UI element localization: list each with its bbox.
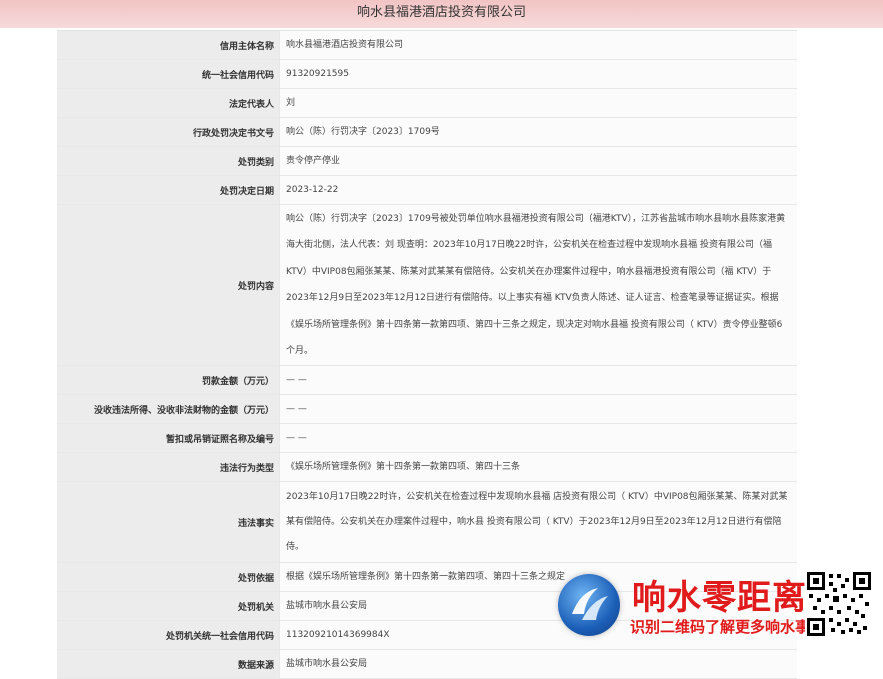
row-value: — — — [279, 424, 797, 452]
table-row: 统一社会信用代码 91320921595 — [57, 60, 797, 89]
row-label: 处罚依据 — [57, 563, 279, 591]
table-row: 法定代表人 刘 — [57, 89, 797, 118]
row-value: 响公（陈）行罚决字〔2023〕1709号 — [279, 118, 797, 146]
table-row: 信用主体名称 响水县福港酒店投资有限公司 — [57, 31, 797, 60]
row-value: 91320921595 — [279, 60, 797, 88]
table-row: 处罚决定日期 2023-12-22 — [57, 176, 797, 205]
row-label: 法定代表人 — [57, 89, 279, 117]
row-label: 处罚类别 — [57, 147, 279, 175]
table-row: 罚款金额（万元） — — — [57, 366, 797, 395]
row-label: 罚款金额（万元） — [57, 366, 279, 394]
row-label: 没收违法所得、没收非法财物的金额（万元） — [57, 395, 279, 423]
row-label: 数据来源 — [57, 650, 279, 678]
table-row: 处罚内容 响公（陈）行罚决字〔2023〕1709号被处罚单位响水县福港投资有限公… — [57, 205, 797, 366]
wave-logo-icon — [572, 588, 608, 620]
row-value: 2023-12-22 — [279, 176, 797, 204]
row-value: — — — [279, 366, 797, 394]
row-label: 违法行为类型 — [57, 453, 279, 481]
table-row: 暂扣或吊销证照名称及编号 — — — [57, 424, 797, 453]
row-label: 处罚机关统一社会信用代码 — [57, 621, 279, 649]
watermark-subtitle: 识别二维码了解更多响水事 — [630, 618, 811, 636]
watermark-title: 响水零距离 — [632, 578, 807, 618]
row-label: 暂扣或吊销证照名称及编号 — [57, 424, 279, 452]
row-value: 刘 — [279, 89, 797, 117]
row-label: 行政处罚决定书文号 — [57, 118, 279, 146]
row-label: 处罚内容 — [57, 205, 279, 365]
table-row: 处罚类别 责令停产停业 — [57, 147, 797, 176]
qr-code-icon — [805, 570, 873, 638]
page-title: 响水县福港酒店投资有限公司 — [0, 0, 883, 28]
brand-badge-icon — [558, 574, 620, 636]
row-value: 响水县福港酒店投资有限公司 — [279, 31, 797, 59]
row-label: 统一社会信用代码 — [57, 60, 279, 88]
row-label: 处罚决定日期 — [57, 176, 279, 204]
table-row: 违法事实 2023年10月17日晚22时许，公安机关在检查过程中发现响水县福 店… — [57, 482, 797, 563]
table-row: 行政处罚决定书文号 响公（陈）行罚决字〔2023〕1709号 — [57, 118, 797, 147]
row-label: 信用主体名称 — [57, 31, 279, 59]
row-value: 响公（陈）行罚决字〔2023〕1709号被处罚单位响水县福港投资有限公司（福港K… — [279, 205, 797, 365]
row-label: 处罚机关 — [57, 592, 279, 620]
row-label: 违法事实 — [57, 482, 279, 562]
row-value: 盐城市响水县公安局 — [279, 650, 797, 678]
row-value: 《娱乐场所管理条例》第十四条第一款第四项、第四十三条 — [279, 453, 797, 481]
table-row: 没收违法所得、没收非法财物的金额（万元） — — — [57, 395, 797, 424]
table-row: 违法行为类型 《娱乐场所管理条例》第十四条第一款第四项、第四十三条 — [57, 453, 797, 482]
row-value: 责令停产停业 — [279, 147, 797, 175]
watermark-logo: 响水零距离 识别二维码了解更多响水事 — [552, 568, 883, 653]
row-value: — — — [279, 395, 797, 423]
table-row: 数据来源 盐城市响水县公安局 — [57, 650, 797, 679]
row-value: 2023年10月17日晚22时许，公安机关在检查过程中发现响水县福 店投资有限公… — [279, 482, 797, 562]
